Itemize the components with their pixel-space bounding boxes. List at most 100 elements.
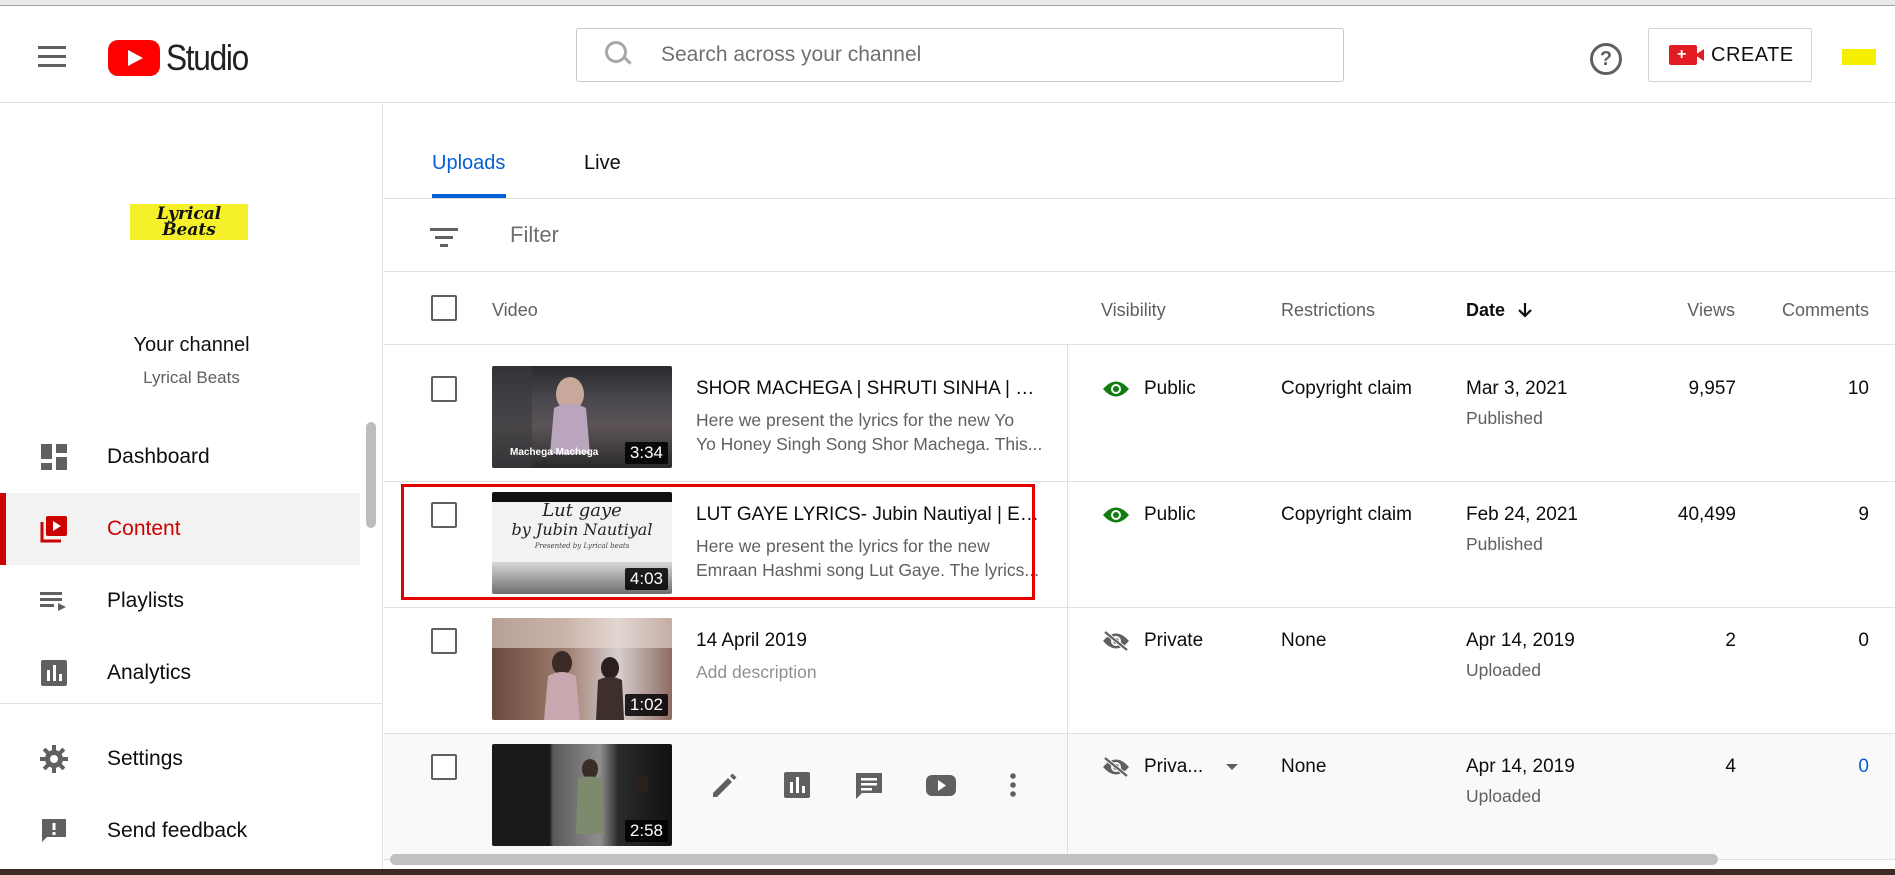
- column-separator: [1067, 345, 1068, 865]
- help-icon[interactable]: ?: [1590, 43, 1622, 75]
- sidebar-item-analytics[interactable]: Analytics: [0, 637, 360, 709]
- column-header-visibility[interactable]: Visibility: [1101, 300, 1166, 321]
- search-icon: [599, 28, 655, 82]
- table-row[interactable]: Machega Machega 3:34 SHOR MACHEGA | SHRU…: [384, 356, 1895, 482]
- more-options-icon[interactable]: [996, 768, 1030, 802]
- feedback-icon: [42, 819, 66, 842]
- logo-text: Studio: [166, 37, 249, 78]
- sidebar-item-label: Settings: [107, 747, 183, 770]
- video-thumbnail[interactable]: Machega Machega 3:34: [492, 366, 672, 468]
- date-cell: Apr 14, 2019: [1466, 630, 1575, 651]
- visibility-label: Private: [1144, 630, 1204, 651]
- content-icon: [40, 516, 67, 543]
- sidebar: Lyrical Beats Your channel Lyrical Beats…: [0, 104, 383, 875]
- date-header-label: Date: [1466, 300, 1506, 320]
- row-checkbox[interactable]: [431, 376, 457, 402]
- thumbnail-title-line: Lut gaye: [542, 500, 622, 521]
- filter-input[interactable]: [510, 222, 1310, 248]
- restrictions-cell[interactable]: Copyright claim: [1281, 378, 1412, 400]
- sidebar-item-settings[interactable]: Settings: [0, 723, 360, 795]
- video-thumbnail[interactable]: 2:58: [492, 744, 672, 846]
- dashboard-icon: [41, 444, 67, 470]
- comments-cell[interactable]: 0: [1858, 630, 1869, 652]
- sidebar-scrollbar[interactable]: [366, 422, 376, 528]
- visibility-label: Priva...: [1144, 756, 1204, 777]
- avatar[interactable]: [1842, 49, 1876, 65]
- video-thumbnail[interactable]: Lut gaye by Jubin Nautiyal Presented by …: [492, 492, 672, 594]
- visibility-cell: Public: [1102, 378, 1196, 400]
- search-box[interactable]: [576, 28, 1344, 82]
- video-title[interactable]: SHOR MACHEGA | SHRUTI SINHA | Neha...: [696, 378, 1044, 400]
- comments-cell[interactable]: 10: [1848, 378, 1869, 400]
- row-checkbox[interactable]: [431, 754, 457, 780]
- video-title[interactable]: 14 April 2019: [696, 630, 1044, 652]
- row-checkbox[interactable]: [431, 628, 457, 654]
- horizontal-scrollbar[interactable]: [390, 854, 1718, 865]
- analytics-icon[interactable]: [780, 768, 814, 802]
- edit-pencil-icon[interactable]: [708, 768, 742, 802]
- sidebar-item-label: Analytics: [107, 661, 192, 684]
- channel-name: Lyrical Beats: [143, 368, 240, 387]
- sidebar-item-playlists[interactable]: Playlists: [0, 565, 360, 637]
- column-header-restrictions[interactable]: Restrictions: [1281, 300, 1375, 321]
- select-all-checkbox[interactable]: [431, 295, 457, 321]
- desktop-background-strip: [0, 869, 1895, 875]
- youtube-logo-icon: [108, 40, 160, 76]
- video-title[interactable]: LUT GAYE LYRICS- Jubin Nautiyal | Emraan…: [696, 504, 1044, 526]
- channel-title: Your channel: [133, 334, 250, 356]
- filter-bar: [384, 200, 1895, 272]
- sidebar-item-feedback[interactable]: Send feedback: [0, 795, 360, 867]
- column-header-date[interactable]: Date: [1466, 300, 1534, 321]
- date-status: Published: [1466, 408, 1543, 428]
- menu-icon[interactable]: [38, 46, 68, 70]
- video-thumbnail[interactable]: 1:02: [492, 618, 672, 720]
- table-row[interactable]: Lut gaye by Jubin Nautiyal Presented by …: [384, 482, 1895, 608]
- sidebar-item-dashboard[interactable]: Dashboard: [0, 421, 360, 493]
- row-checkbox[interactable]: [431, 502, 457, 528]
- top-header: Studio ? + CREATE: [0, 6, 1895, 103]
- video-duration: 1:02: [624, 694, 668, 716]
- table-header: Video Visibility Restrictions Date Views…: [384, 273, 1895, 345]
- date-status: Published: [1466, 534, 1543, 554]
- tab-live[interactable]: Live: [584, 152, 621, 175]
- settings-icon: [40, 745, 68, 773]
- search-input[interactable]: [661, 43, 1301, 67]
- content-tabs: Uploads Live: [384, 104, 1895, 199]
- create-label: CREATE: [1711, 43, 1794, 66]
- thumbnail-artist-line: by Jubin Nautiyal: [511, 520, 653, 539]
- date-cell: Mar 3, 2021: [1466, 378, 1568, 399]
- thumbnail-credit-line: Presented by Lyrical beats: [534, 542, 630, 550]
- table-row[interactable]: 2:58 Priva... None Apr 14, 2019 Uploaded…: [384, 734, 1895, 860]
- comments-icon[interactable]: [852, 768, 886, 802]
- playlists-icon: [40, 592, 66, 611]
- visibility-dropdown[interactable]: Priva...: [1102, 756, 1239, 778]
- table-row[interactable]: 1:02 14 April 2019 Add description Priva…: [384, 608, 1895, 734]
- date-status: Uploaded: [1466, 660, 1541, 680]
- public-eye-icon: [1103, 507, 1129, 523]
- channel-logo[interactable]: Lyrical Beats: [130, 204, 248, 240]
- sort-down-arrow-icon: [1518, 303, 1532, 318]
- analytics-icon: [41, 660, 67, 686]
- restrictions-cell: None: [1281, 630, 1327, 651]
- studio-logo[interactable]: Studio: [108, 37, 259, 79]
- create-button[interactable]: + CREATE: [1648, 28, 1812, 82]
- column-header-views[interactable]: Views: [1687, 300, 1735, 321]
- tab-uploads[interactable]: Uploads: [432, 152, 505, 175]
- sidebar-item-label: Dashboard: [107, 445, 210, 468]
- active-tab-indicator: [432, 194, 506, 198]
- youtube-play-icon[interactable]: [924, 768, 958, 802]
- comments-link[interactable]: 0: [1858, 756, 1869, 778]
- column-header-comments[interactable]: Comments: [1782, 300, 1869, 321]
- date-status: Uploaded: [1466, 786, 1541, 806]
- sidebar-item-content[interactable]: Content: [0, 493, 360, 565]
- video-duration: 2:58: [624, 820, 668, 842]
- add-description-link[interactable]: Add description: [696, 660, 1044, 684]
- video-duration: 3:34: [624, 442, 668, 464]
- video-description-line: Yo Honey Singh Song Shor Machega. This..…: [696, 434, 1043, 454]
- filter-icon[interactable]: [430, 228, 458, 248]
- video-description-line: Here we present the lyrics for the new: [696, 536, 990, 556]
- video-description-line: Emraan Hashmi song Lut Gaye. The lyrics.…: [696, 560, 1040, 580]
- comments-cell[interactable]: 9: [1858, 504, 1869, 526]
- restrictions-cell[interactable]: Copyright claim: [1281, 504, 1412, 526]
- date-cell: Feb 24, 2021: [1466, 504, 1578, 525]
